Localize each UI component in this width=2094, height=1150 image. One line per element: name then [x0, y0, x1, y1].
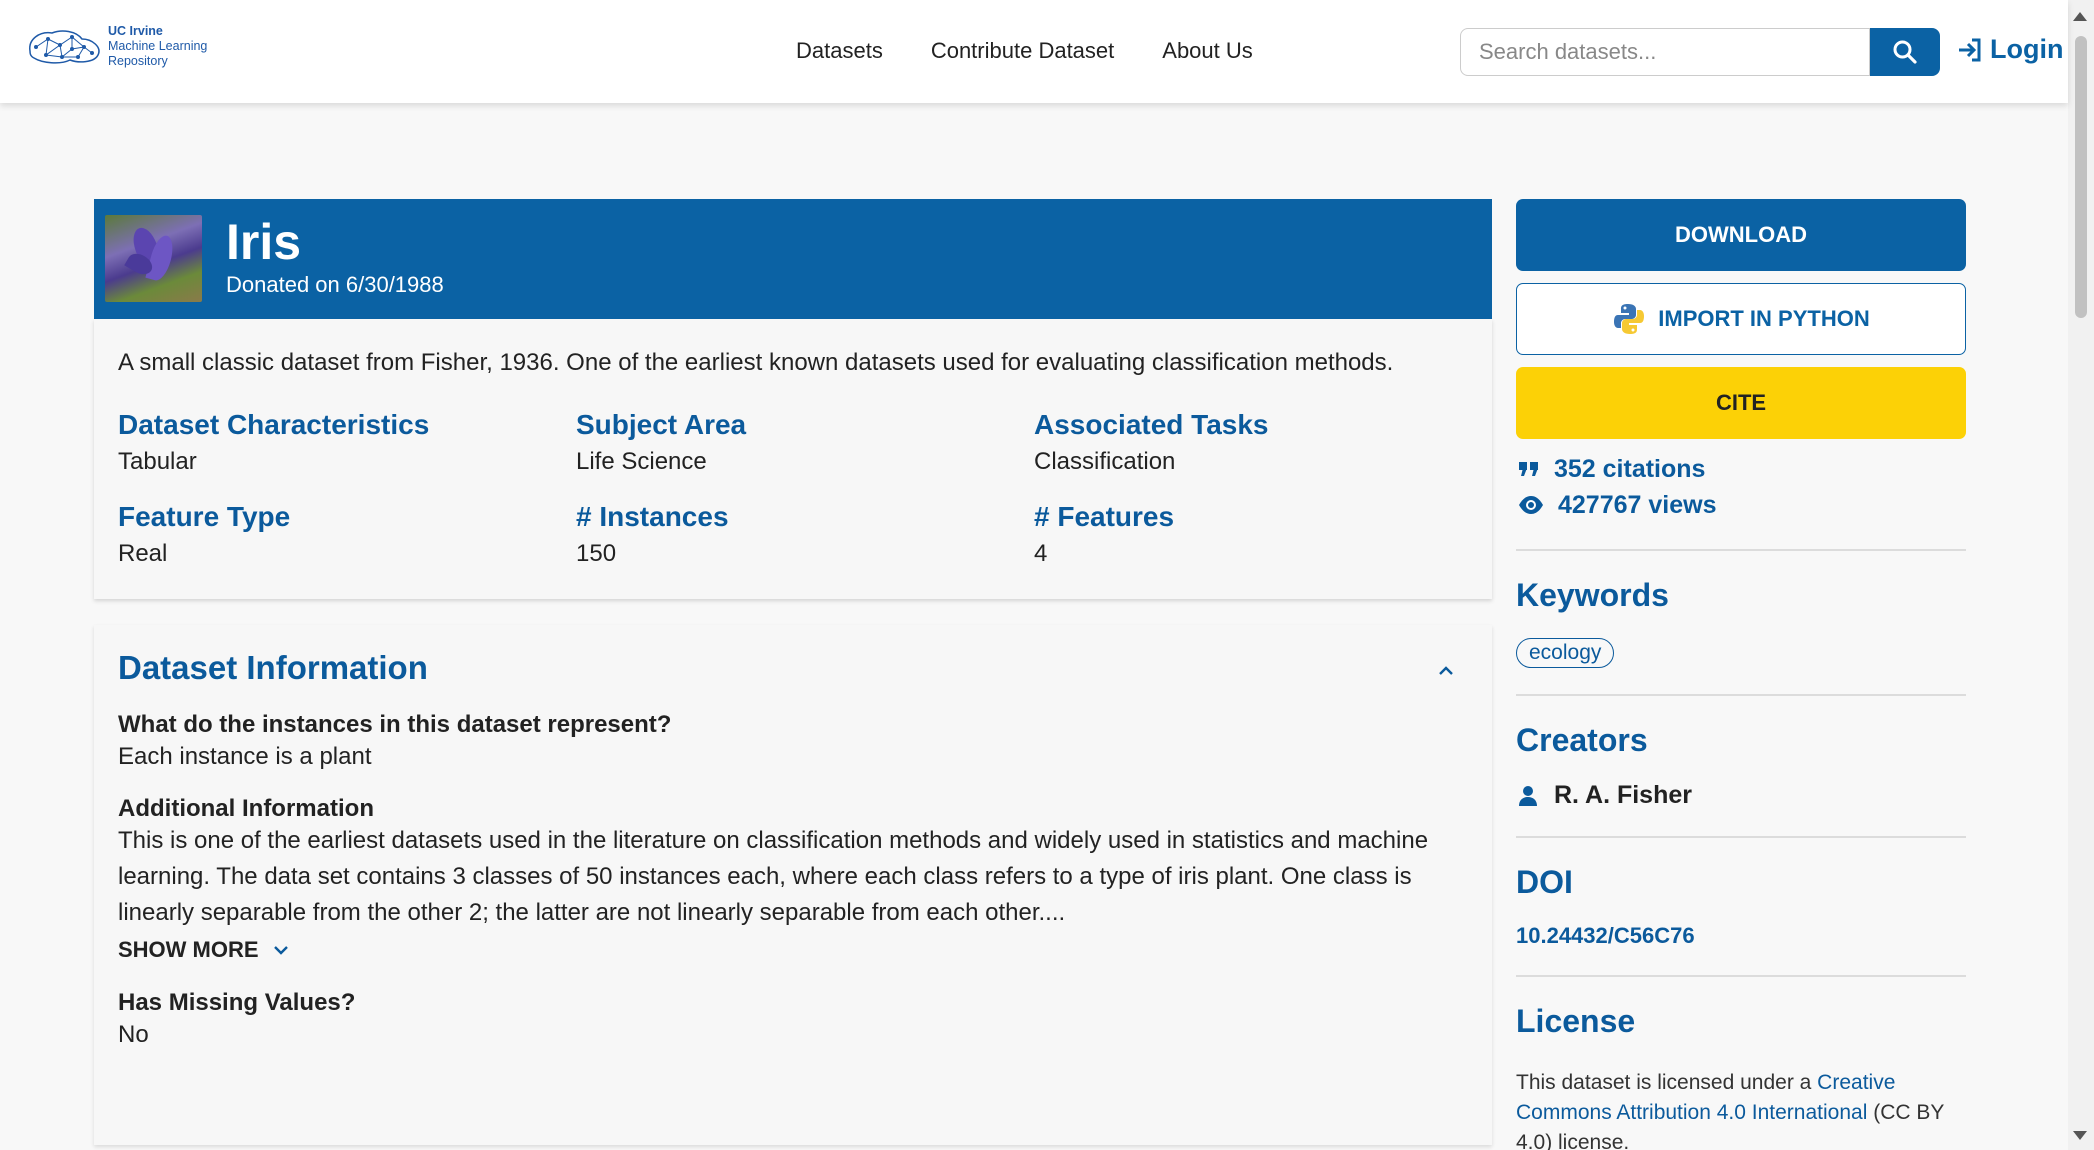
answer-missing-values: No	[118, 1021, 149, 1048]
scroll-thumb[interactable]	[2075, 36, 2087, 318]
top-navbar: UC Irvine Machine Learning Repository Da…	[0, 0, 2068, 103]
divider	[1516, 836, 1966, 838]
attr-value: Classification	[1034, 448, 1176, 475]
donated-date: Donated on 6/30/1988	[226, 272, 444, 297]
scroll-up-arrow-icon[interactable]	[2073, 12, 2087, 21]
license-title: License	[1516, 1003, 1636, 1039]
attr-value: 150	[576, 540, 617, 567]
search-button[interactable]	[1870, 28, 1940, 76]
dataset-information-card: Dataset Information What do the instance…	[94, 625, 1492, 1145]
show-more-button[interactable]: SHOW MORE	[118, 937, 1468, 963]
logo-line-1: UC Irvine	[108, 24, 163, 38]
import-in-python-button[interactable]: IMPORT IN PYTHON	[1516, 283, 1966, 355]
chevron-down-icon	[273, 946, 288, 955]
divider	[1516, 549, 1966, 551]
question-instances: What do the instances in this dataset re…	[118, 711, 672, 738]
attr-label: # Instances	[576, 501, 729, 532]
attr-features: # Features 4	[1034, 499, 1492, 571]
divider	[1516, 975, 1966, 977]
show-more-label: SHOW MORE	[118, 937, 259, 962]
attr-label: # Features	[1034, 501, 1175, 532]
logo-line-3: Repository	[108, 54, 168, 68]
main-nav: Datasets Contribute Dataset About Us	[796, 38, 1253, 64]
download-label: DOWNLOAD	[1675, 222, 1807, 247]
sidebar: DOWNLOAD IMPORT IN PYTHON CITE 352 citat…	[1516, 199, 1966, 1150]
nav-contribute-dataset[interactable]: Contribute Dataset	[931, 38, 1114, 64]
attr-label: Subject Area	[576, 409, 747, 440]
dataset-information-title: Dataset Information	[118, 649, 428, 686]
attr-value: Real	[118, 540, 168, 567]
dataset-thumbnail	[105, 215, 202, 302]
login-icon	[1959, 38, 1981, 61]
answer-instances: Each instance is a plant	[118, 743, 372, 770]
eye-icon	[1519, 496, 1543, 514]
quote-icon	[1519, 462, 1538, 476]
logo-text: UC Irvine Machine Learning Repository	[108, 24, 207, 69]
divider	[1516, 694, 1966, 696]
attr-instances: # Instances 150	[576, 499, 1034, 571]
keyword-chip[interactable]: ecology	[1516, 638, 1615, 668]
search-input[interactable]: Search datasets...	[1460, 28, 1870, 76]
attr-label: Associated Tasks	[1034, 409, 1269, 440]
scroll-down-arrow-icon[interactable]	[2073, 1131, 2087, 1140]
dataset-summary-card: A small classic dataset from Fisher, 193…	[94, 319, 1492, 599]
search-icon	[1893, 40, 1917, 64]
views-count: 427767 views	[1558, 491, 1717, 519]
cite-button[interactable]: CITE	[1516, 367, 1966, 439]
attr-subject-area: Subject Area Life Science	[576, 407, 1034, 479]
attr-value: Tabular	[118, 448, 197, 475]
login-label: Login	[1990, 34, 2064, 64]
dataset-title: Iris	[226, 214, 302, 270]
nav-datasets[interactable]: Datasets	[796, 38, 883, 64]
dataset-main: Iris Donated on 6/30/1988 A small classi…	[94, 199, 1492, 1145]
person-icon	[1519, 785, 1537, 806]
answer-additional-info: This is one of the earliest datasets use…	[118, 827, 1429, 926]
logo-line-2: Machine Learning	[108, 39, 208, 53]
attribute-grid: Dataset Characteristics Tabular Subject A…	[118, 407, 1468, 571]
creators-title: Creators	[1516, 722, 1648, 758]
dataset-header: Iris Donated on 6/30/1988	[94, 199, 1492, 319]
doi-title: DOI	[1516, 864, 1573, 900]
attr-characteristics: Dataset Characteristics Tabular	[118, 407, 576, 479]
attr-feature-type: Feature Type Real	[118, 499, 576, 571]
citations-count: 352 citations	[1554, 455, 1706, 483]
attr-tasks: Associated Tasks Classification	[1034, 407, 1492, 479]
doi-link[interactable]: 10.24432/C56C76	[1516, 923, 1966, 949]
question-missing-values: Has Missing Values?	[118, 989, 356, 1016]
attr-label: Dataset Characteristics	[118, 409, 430, 440]
creator-name: R. A. Fisher	[1554, 781, 1692, 809]
keywords-title: Keywords	[1516, 577, 1669, 613]
chevron-up-icon[interactable]	[1438, 665, 1454, 677]
license-prefix: This dataset is licensed under a	[1516, 1071, 1818, 1094]
cite-label: CITE	[1715, 390, 1767, 415]
license-text: This dataset is licensed under a Creativ…	[1516, 1068, 1966, 1150]
creator-item: R. A. Fisher	[1516, 781, 1966, 810]
search-placeholder: Search datasets...	[1479, 39, 1657, 64]
views-stat: 427767 views	[1516, 487, 1966, 523]
attr-value: Life Science	[576, 448, 707, 475]
dataset-description: A small classic dataset from Fisher, 193…	[118, 349, 1394, 376]
uci-logo[interactable]: UC Irvine Machine Learning Repository	[26, 24, 207, 69]
login-link[interactable]: Login	[1956, 34, 2063, 65]
question-additional-info: Additional Information	[118, 795, 374, 822]
attr-value: 4	[1034, 540, 1048, 567]
nav-about-us[interactable]: About Us	[1162, 38, 1253, 64]
brain-network-icon	[29, 29, 100, 64]
attr-label: Feature Type	[118, 501, 291, 532]
python-icon	[1614, 304, 1645, 334]
import-python-label: IMPORT IN PYTHON	[1658, 306, 1870, 331]
download-button[interactable]: DOWNLOAD	[1516, 199, 1966, 271]
page-scrollbar[interactable]	[2068, 0, 2094, 1150]
citations-link[interactable]: 352 citations	[1516, 451, 1966, 487]
